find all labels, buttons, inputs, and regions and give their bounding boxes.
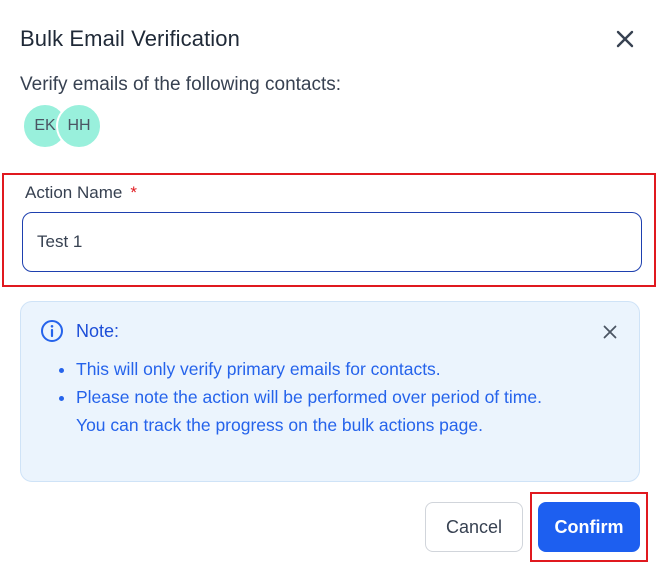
note-panel: Note: This will only verify primary emai… [20, 301, 640, 482]
avatar: HH [56, 103, 102, 149]
close-dialog-button[interactable] [610, 24, 640, 54]
contact-avatars: EK HH [22, 103, 112, 149]
list-item: This will only verify primary emails for… [76, 355, 556, 383]
note-close-button[interactable] [597, 319, 623, 345]
bulk-email-verification-dialog: Bulk Email Verification Verify emails of… [0, 0, 662, 578]
note-list: This will only verify primary emails for… [56, 355, 556, 439]
close-icon [616, 30, 634, 48]
contacts-heading: Verify emails of the following contacts: [20, 74, 342, 95]
info-icon [41, 320, 63, 342]
list-item: Please note the action will be performed… [76, 383, 556, 439]
close-icon [603, 325, 617, 339]
confirm-button[interactable]: Confirm [538, 502, 640, 552]
action-name-input[interactable] [22, 212, 642, 272]
action-name-label: Action Name * [25, 183, 137, 203]
note-title: Note: [76, 321, 120, 341]
action-name-label-text: Action Name [25, 183, 123, 202]
dialog-title: Bulk Email Verification [20, 26, 240, 51]
required-marker: * [130, 183, 137, 202]
cancel-button[interactable]: Cancel [425, 502, 523, 552]
action-name-section: Action Name * [2, 173, 656, 287]
